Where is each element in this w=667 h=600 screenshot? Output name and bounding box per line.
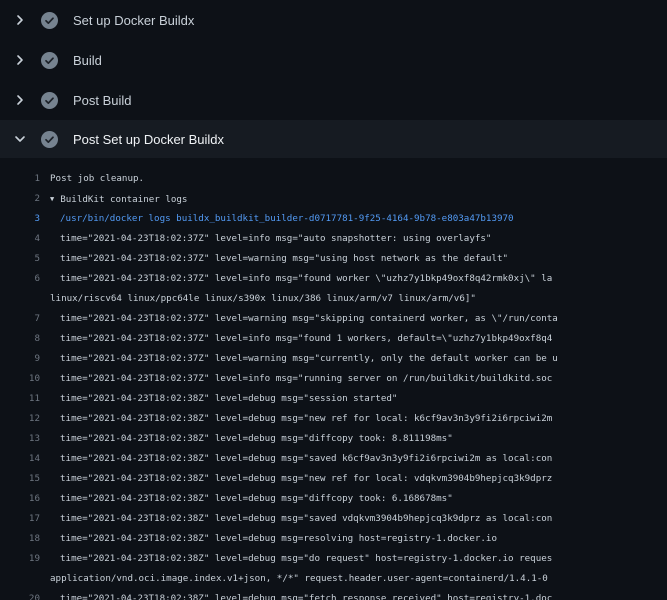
log-text: time="2021-04-23T18:02:38Z" level=debug …: [60, 529, 497, 549]
line-number[interactable]: 15: [0, 469, 40, 489]
log-line-continuation: linux/riscv64 linux/ppc64le linux/s390x …: [0, 289, 667, 309]
log-line: 16 time="2021-04-23T18:02:38Z" level=debu…: [0, 489, 667, 509]
log-text: application/vnd.oci.image.index.v1+json,…: [50, 569, 548, 589]
line-number[interactable]: 16: [0, 489, 40, 509]
group-toggle-icon[interactable]: ▼: [50, 189, 54, 209]
job-log-viewer: Set up Docker Buildx Build Post Build Post …: [0, 0, 667, 600]
log-line: 5 time="2021-04-23T18:02:37Z" level=warni…: [0, 249, 667, 269]
check-circle-icon: [41, 52, 58, 69]
log-line: 11 time="2021-04-23T18:02:38Z" level=debu…: [0, 389, 667, 409]
line-number[interactable]: 3: [0, 209, 40, 229]
line-number[interactable]: 9: [0, 349, 40, 369]
log-line: 19 time="2021-04-23T18:02:38Z" level=debu…: [0, 549, 667, 569]
log-text: time="2021-04-23T18:02:37Z" level=warnin…: [60, 309, 558, 329]
log-line: 18 time="2021-04-23T18:02:38Z" level=debu…: [0, 529, 667, 549]
step-row-set-up-docker-buildx[interactable]: Set up Docker Buildx: [0, 0, 667, 40]
line-number[interactable]: 2: [0, 189, 40, 209]
log-text: time="2021-04-23T18:02:38Z" level=debug …: [60, 449, 552, 469]
step-label: Set up Docker Buildx: [73, 13, 194, 28]
line-number[interactable]: 6: [0, 269, 40, 289]
log-line: 17 time="2021-04-23T18:02:38Z" level=debu…: [0, 509, 667, 529]
log-text: time="2021-04-23T18:02:38Z" level=debug …: [60, 409, 552, 429]
check-circle-icon: [41, 131, 58, 148]
log-text: time="2021-04-23T18:02:37Z" level=info m…: [60, 229, 491, 249]
log-text: time="2021-04-23T18:02:38Z" level=debug …: [60, 509, 552, 529]
steps-list: Set up Docker Buildx Build Post Build Post …: [0, 0, 667, 158]
step-label: Post Build: [73, 93, 132, 108]
log-line: 15 time="2021-04-23T18:02:38Z" level=debu…: [0, 469, 667, 489]
log-line: 1 Post job cleanup.: [0, 169, 667, 189]
log-line: 12 time="2021-04-23T18:02:38Z" level=debu…: [0, 409, 667, 429]
log-line: 2 ▼ BuildKit container logs: [0, 189, 667, 209]
check-circle-icon: [41, 92, 58, 109]
step-row-post-build[interactable]: Post Build: [0, 80, 667, 120]
step-row-build[interactable]: Build: [0, 40, 667, 80]
chevron-right-icon: [12, 52, 28, 68]
log-command-text: /usr/bin/docker logs buildx_buildkit_bui…: [60, 209, 514, 229]
chevron-right-icon: [12, 12, 28, 28]
log-text: ▼ BuildKit container logs: [50, 189, 187, 209]
log-text: time="2021-04-23T18:02:37Z" level=info m…: [60, 369, 552, 389]
line-number[interactable]: 8: [0, 329, 40, 349]
log-text: time="2021-04-23T18:02:38Z" level=debug …: [60, 469, 552, 489]
log-line: 9 time="2021-04-23T18:02:37Z" level=warni…: [0, 349, 667, 369]
line-number[interactable]: 11: [0, 389, 40, 409]
step-row-post-set-up-docker-buildx[interactable]: Post Set up Docker Buildx: [0, 120, 667, 158]
line-number[interactable]: 7: [0, 309, 40, 329]
step-label: Post Set up Docker Buildx: [73, 132, 224, 147]
check-circle-icon: [41, 12, 58, 29]
line-number[interactable]: 13: [0, 429, 40, 449]
log-line: 14 time="2021-04-23T18:02:38Z" level=debu…: [0, 449, 667, 469]
line-number[interactable]: 1: [0, 169, 40, 189]
log-area: 1 Post job cleanup. 2 ▼ BuildKit container l…: [0, 158, 667, 600]
log-text: time="2021-04-23T18:02:38Z" level=debug …: [60, 589, 552, 600]
log-line: 6 time="2021-04-23T18:02:37Z" level=info …: [0, 269, 667, 289]
log-text: time="2021-04-23T18:02:38Z" level=debug …: [60, 549, 552, 569]
line-number[interactable]: 18: [0, 529, 40, 549]
group-title: BuildKit container logs: [60, 194, 187, 205]
log-text: time="2021-04-23T18:02:38Z" level=debug …: [60, 429, 453, 449]
line-number: [0, 289, 40, 309]
log-line: 4 time="2021-04-23T18:02:37Z" level=info …: [0, 229, 667, 249]
line-number[interactable]: 17: [0, 509, 40, 529]
log-text: Post job cleanup.: [50, 169, 144, 189]
log-line: 3/usr/bin/docker logs buildx_buildkit_bu…: [0, 209, 667, 229]
chevron-right-icon: [12, 92, 28, 108]
log-line: 13 time="2021-04-23T18:02:38Z" level=debu…: [0, 429, 667, 449]
line-number[interactable]: 14: [0, 449, 40, 469]
line-number[interactable]: 12: [0, 409, 40, 429]
log-text: time="2021-04-23T18:02:37Z" level=info m…: [60, 269, 552, 289]
line-number[interactable]: 19: [0, 549, 40, 569]
log-line: 7 time="2021-04-23T18:02:37Z" level=warni…: [0, 309, 667, 329]
log-text: time="2021-04-23T18:02:37Z" level=warnin…: [60, 249, 508, 269]
log-text: time="2021-04-23T18:02:38Z" level=debug …: [60, 389, 397, 409]
log-text: time="2021-04-23T18:02:37Z" level=info m…: [60, 329, 552, 349]
line-number[interactable]: 20: [0, 589, 40, 600]
log-line: 8 time="2021-04-23T18:02:37Z" level=info …: [0, 329, 667, 349]
chevron-down-icon: [12, 131, 28, 147]
log-line: 20 time="2021-04-23T18:02:38Z" level=debu…: [0, 589, 667, 600]
line-number[interactable]: 5: [0, 249, 40, 269]
line-number[interactable]: 10: [0, 369, 40, 389]
log-line-continuation: application/vnd.oci.image.index.v1+json,…: [0, 569, 667, 589]
log-text: linux/riscv64 linux/ppc64le linux/s390x …: [50, 289, 476, 309]
log-line: 10 time="2021-04-23T18:02:37Z" level=info…: [0, 369, 667, 389]
log-text: time="2021-04-23T18:02:38Z" level=debug …: [60, 489, 453, 509]
step-label: Build: [73, 53, 102, 68]
line-number: [0, 569, 40, 589]
line-number[interactable]: 4: [0, 229, 40, 249]
log-text: time="2021-04-23T18:02:37Z" level=warnin…: [60, 349, 558, 369]
